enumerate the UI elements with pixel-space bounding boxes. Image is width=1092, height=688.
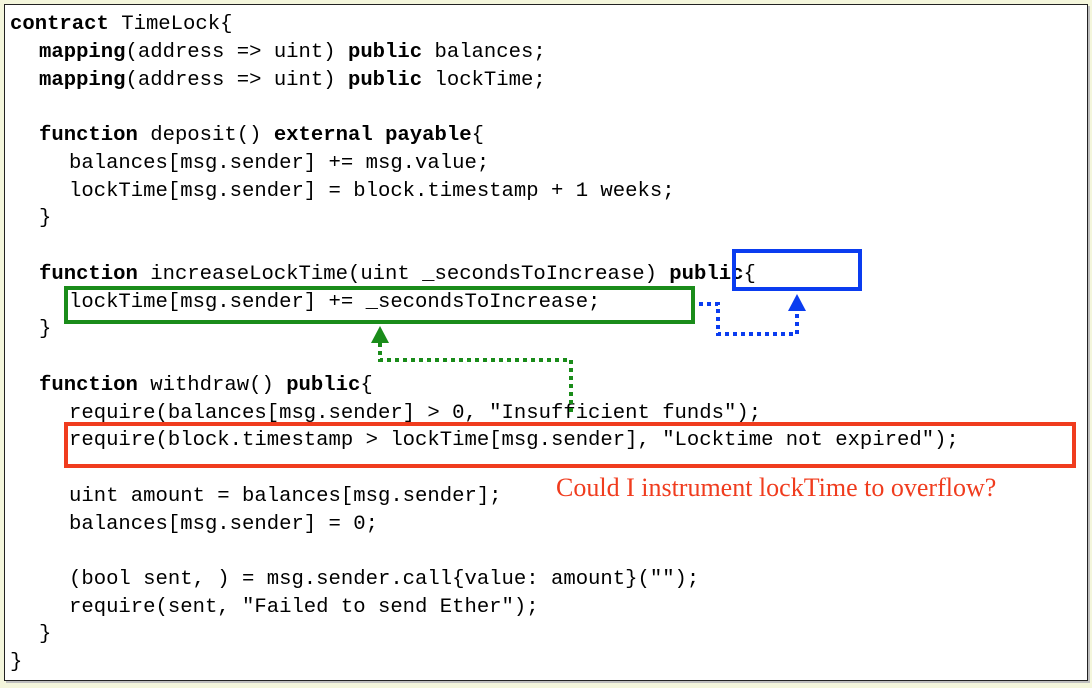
green-dotted-arrow — [378, 341, 573, 412]
blue-dotted-arrow — [699, 302, 799, 336]
overflow-question: Could I instrument lockTime to overflow? — [556, 473, 997, 502]
blue-arrowhead — [788, 294, 806, 311]
connector-arrows — [371, 294, 806, 412]
green-arrowhead — [371, 326, 389, 343]
